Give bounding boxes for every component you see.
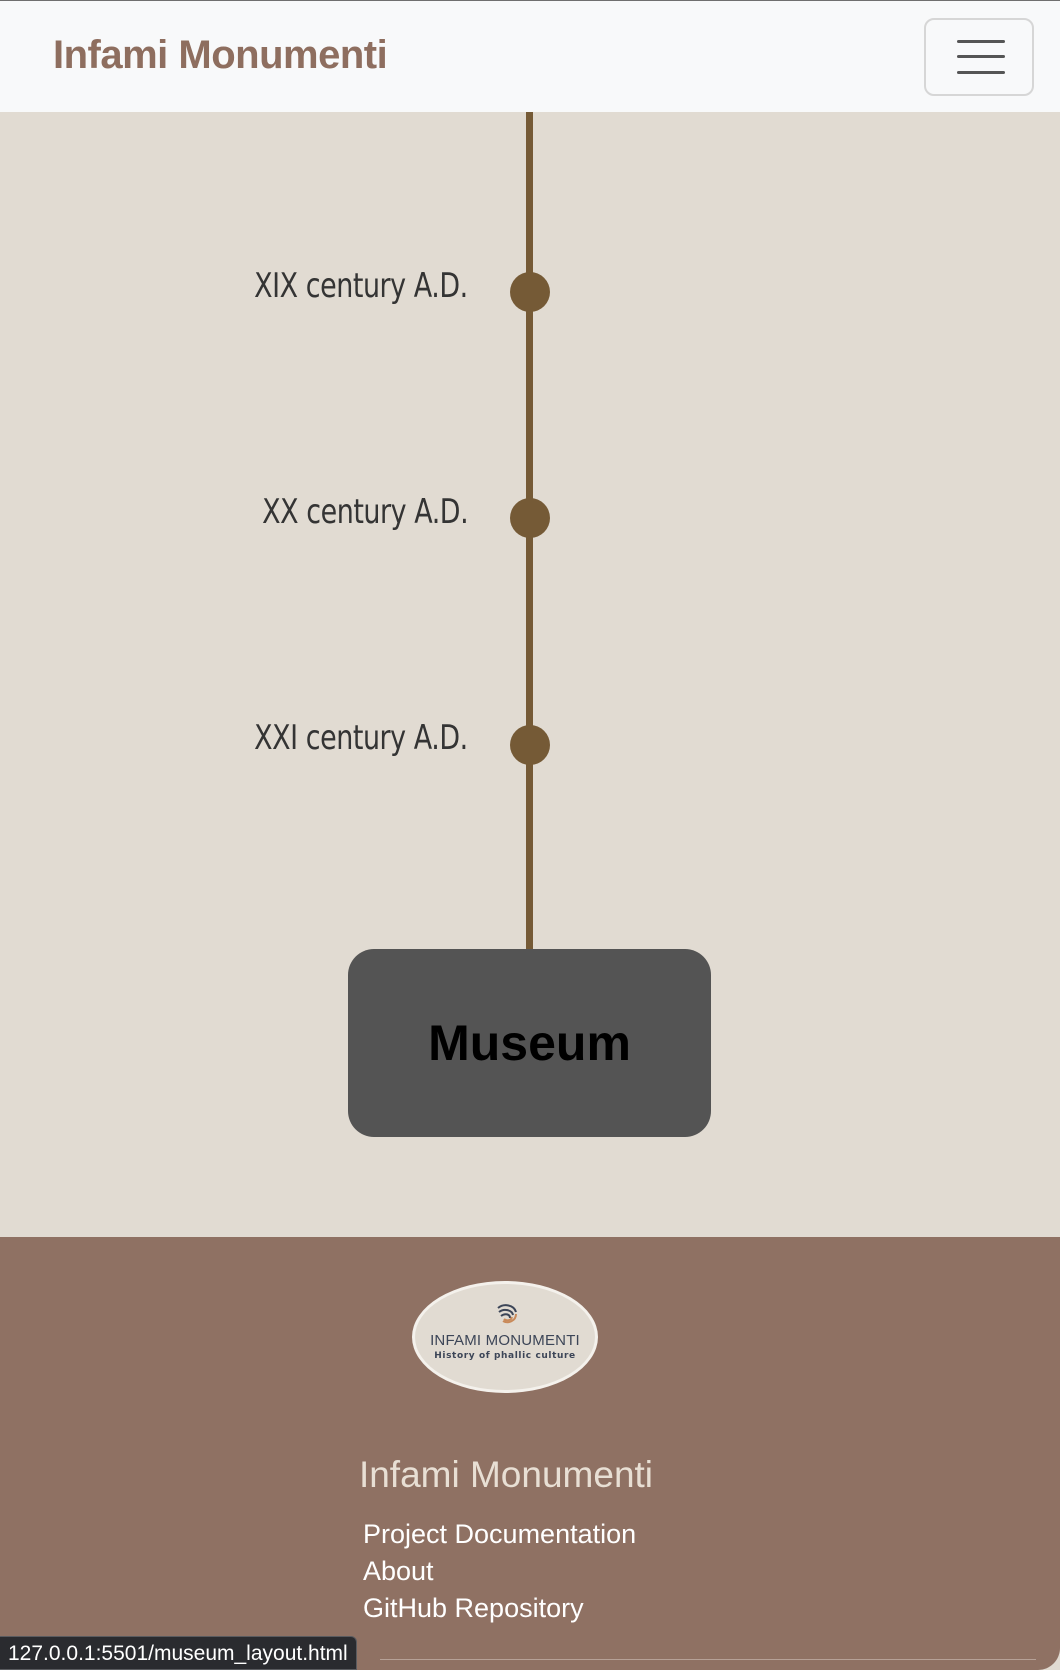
footer-link-github[interactable]: GitHub Repository	[363, 1590, 636, 1627]
timeline-section: XIX century A.D. XX century A.D. XXI cen…	[0, 112, 1060, 1237]
timeline-era-xx[interactable]: XX century A.D.	[262, 492, 469, 532]
footer-link-documentation[interactable]: Project Documentation	[363, 1516, 636, 1553]
spiral-logo-icon	[497, 1304, 517, 1324]
footer-title: Infami Monumenti	[358, 1454, 654, 1495]
hamburger-menu-button[interactable]	[924, 18, 1034, 96]
museum-button[interactable]: Museum	[348, 949, 711, 1137]
timeline-era-xix[interactable]: XIX century A.D.	[254, 266, 468, 306]
logo-title: INFAMI MONUMENTI	[430, 1332, 580, 1349]
footer-divider	[380, 1659, 1036, 1660]
navbar: Infami Monumenti	[0, 0, 1060, 112]
timeline-dot-xix[interactable]	[510, 272, 550, 312]
brand-link[interactable]: Infami Monumenti	[53, 33, 388, 78]
footer-logo: INFAMI MONUMENTI History of phallic cult…	[412, 1281, 598, 1393]
museum-button-label: Museum	[428, 1015, 631, 1071]
timeline-era-xxi[interactable]: XXI century A.D.	[254, 718, 468, 758]
footer-link-about[interactable]: About	[363, 1553, 636, 1590]
timeline-dot-xxi[interactable]	[510, 725, 550, 765]
footer: INFAMI MONUMENTI History of phallic cult…	[0, 1237, 1060, 1670]
footer-links: Project Documentation About GitHub Repos…	[363, 1516, 636, 1627]
logo-tagline: History of phallic culture	[434, 1351, 576, 1361]
status-bar-url: 127.0.0.1:5501/museum_layout.html	[0, 1636, 357, 1670]
timeline-dot-xx[interactable]	[510, 498, 550, 538]
